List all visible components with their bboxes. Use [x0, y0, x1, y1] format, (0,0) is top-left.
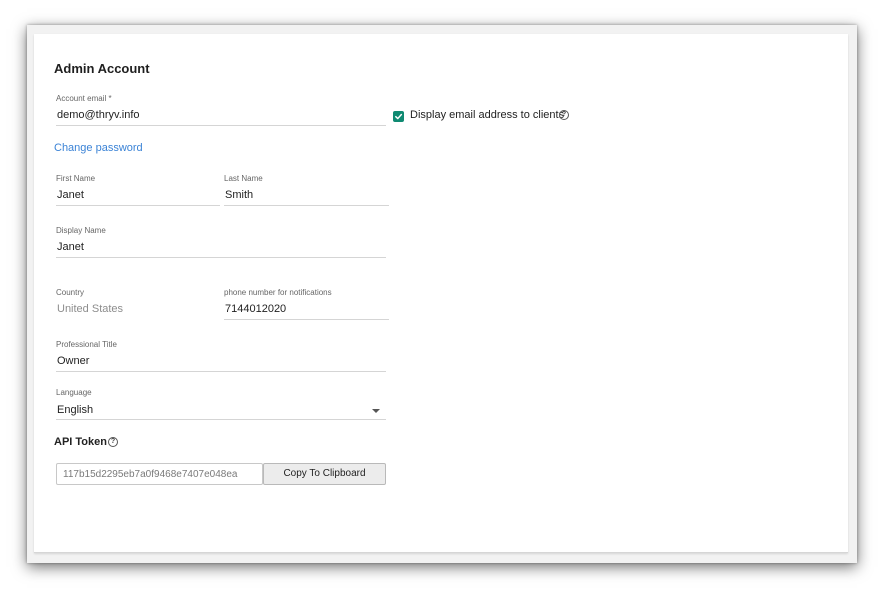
language-underline — [56, 419, 386, 420]
last-name-field[interactable]: Smith — [225, 189, 253, 201]
language-label: Language — [56, 388, 92, 397]
display-email-label: Display email address to clients — [410, 109, 565, 121]
app-window: Admin Account Account email * demo@thryv… — [27, 25, 857, 563]
professional-title-underline — [56, 371, 386, 372]
professional-title-label: Professional Title — [56, 340, 117, 349]
change-password-link[interactable]: Change password — [54, 142, 143, 154]
language-select[interactable]: English — [57, 404, 93, 416]
copy-to-clipboard-button[interactable]: Copy To Clipboard — [263, 463, 386, 485]
display-name-underline — [56, 257, 386, 258]
display-email-checkbox[interactable] — [393, 111, 404, 122]
section-title: Admin Account — [54, 61, 150, 76]
last-name-underline — [224, 205, 389, 206]
display-name-label: Display Name — [56, 226, 106, 235]
professional-title-field[interactable]: Owner — [57, 355, 89, 367]
check-icon — [395, 113, 403, 120]
phone-underline — [224, 319, 389, 320]
display-name-field[interactable]: Janet — [57, 241, 84, 253]
country-field: United States — [57, 303, 124, 315]
phone-label: phone number for notifications — [224, 288, 332, 297]
api-token-title: API Token — [54, 436, 107, 448]
help-icon[interactable]: ? — [559, 110, 569, 120]
chevron-down-icon[interactable] — [372, 409, 380, 413]
country-label: Country — [56, 288, 85, 297]
first-name-label: First Name — [56, 174, 96, 183]
phone-field[interactable]: 7144012020 — [225, 303, 286, 315]
last-name-label: Last Name — [224, 174, 263, 183]
admin-account-card: Admin Account Account email * demo@thryv… — [34, 34, 848, 553]
help-icon[interactable]: ? — [108, 437, 118, 447]
email-underline — [56, 125, 386, 126]
email-label: Account email * — [56, 94, 112, 103]
email-field[interactable]: demo@thryv.info — [57, 109, 140, 121]
first-name-underline — [56, 205, 220, 206]
api-token-field[interactable]: 117b15d2295eb7a0f9468e7407e048ea — [56, 463, 263, 485]
first-name-field[interactable]: Janet — [57, 189, 84, 201]
